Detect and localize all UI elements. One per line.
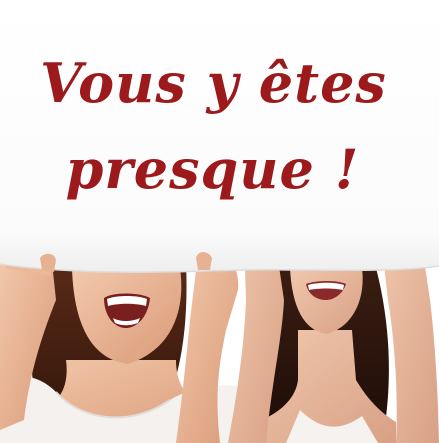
promo-image: Vous y êtes presque ! [0,0,439,443]
left-woman [0,247,245,443]
headline-line-1: Vous y êtes [40,51,387,115]
headline-line-2: presque ! [65,136,360,201]
headline: Vous y êtes presque ! [0,51,439,201]
